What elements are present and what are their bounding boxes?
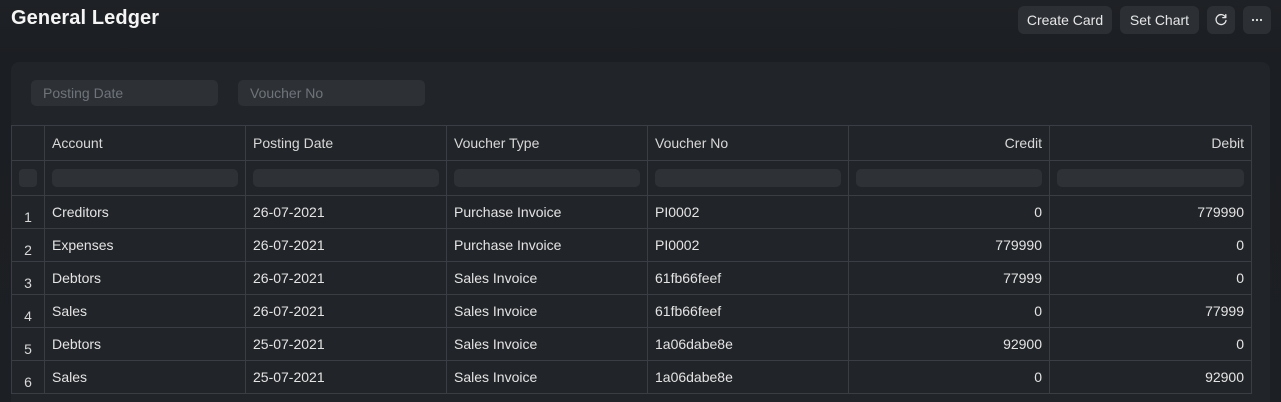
account-cell[interactable]: Sales xyxy=(44,294,246,328)
voucher-no-cell[interactable]: 1a06dabe8e xyxy=(647,360,849,394)
general-ledger-page: General Ledger Create Card Set Chart Pos… xyxy=(0,0,1281,402)
posting-date-cell[interactable]: 25-07-2021 xyxy=(245,360,447,394)
credit-cell[interactable]: 92900 xyxy=(848,327,1050,361)
page-title: General Ledger xyxy=(11,7,160,29)
ledger-table: Account Posting Date Voucher Type Vouche… xyxy=(11,125,1252,394)
debit-column-filter[interactable] xyxy=(1057,169,1244,187)
set-chart-button[interactable]: Set Chart xyxy=(1120,6,1199,34)
voucher-type-cell[interactable]: Sales Invoice xyxy=(446,294,648,328)
voucher-type-column-filter[interactable] xyxy=(454,169,640,187)
column-filter-row xyxy=(11,160,1252,196)
filter-cell xyxy=(44,160,246,196)
account-cell[interactable]: Creditors xyxy=(44,195,246,229)
row-index: 2 xyxy=(11,228,45,262)
posting-date-column-filter[interactable] xyxy=(253,169,439,187)
select-all-checkbox[interactable] xyxy=(19,169,37,187)
voucher-type-cell[interactable]: Sales Invoice xyxy=(446,360,648,394)
debit-cell[interactable]: 92900 xyxy=(1049,360,1252,394)
table-row[interactable]: 6 Sales 25-07-2021 Sales Invoice 1a06dab… xyxy=(11,360,1252,394)
create-card-button[interactable]: Create Card xyxy=(1018,6,1112,34)
voucher-type-cell[interactable]: Sales Invoice xyxy=(446,327,648,361)
column-header-index xyxy=(11,125,45,161)
column-header-debit[interactable]: Debit xyxy=(1049,125,1252,161)
account-cell[interactable]: Expenses xyxy=(44,228,246,262)
select-all-cell xyxy=(11,160,45,196)
debit-cell[interactable]: 0 xyxy=(1049,327,1252,361)
filter-cell xyxy=(446,160,648,196)
account-cell[interactable]: Sales xyxy=(44,360,246,394)
credit-cell[interactable]: 779990 xyxy=(848,228,1050,262)
filter-cell xyxy=(647,160,849,196)
account-cell[interactable]: Debtors xyxy=(44,261,246,295)
table-row[interactable]: 2 Expenses 26-07-2021 Purchase Invoice P… xyxy=(11,228,1252,262)
credit-column-filter[interactable] xyxy=(856,169,1042,187)
credit-cell[interactable]: 0 xyxy=(848,360,1050,394)
credit-cell[interactable]: 77999 xyxy=(848,261,1050,295)
row-index: 5 xyxy=(11,327,45,361)
credit-cell[interactable]: 0 xyxy=(848,195,1050,229)
table-row[interactable]: 3 Debtors 26-07-2021 Sales Invoice 61fb6… xyxy=(11,261,1252,295)
voucher-no-cell[interactable]: 61fb66feef xyxy=(647,294,849,328)
voucher-type-cell[interactable]: Sales Invoice xyxy=(446,261,648,295)
debit-cell[interactable]: 779990 xyxy=(1049,195,1252,229)
account-column-filter[interactable] xyxy=(52,169,238,187)
debit-cell[interactable]: 0 xyxy=(1049,228,1252,262)
report-panel: Posting Date Voucher No Account Posting … xyxy=(11,62,1270,402)
voucher-type-cell[interactable]: Purchase Invoice xyxy=(446,195,648,229)
filter-cell xyxy=(245,160,447,196)
table-row[interactable]: 4 Sales 26-07-2021 Sales Invoice 61fb66f… xyxy=(11,294,1252,328)
debit-cell[interactable]: 77999 xyxy=(1049,294,1252,328)
voucher-no-cell[interactable]: PI0002 xyxy=(647,195,849,229)
column-header-account[interactable]: Account xyxy=(44,125,246,161)
column-header-credit[interactable]: Credit xyxy=(848,125,1050,161)
posting-date-cell[interactable]: 26-07-2021 xyxy=(245,228,447,262)
more-options-button[interactable] xyxy=(1243,6,1271,34)
posting-date-cell[interactable]: 25-07-2021 xyxy=(245,327,447,361)
account-cell[interactable]: Debtors xyxy=(44,327,246,361)
page-header: General Ledger Create Card Set Chart xyxy=(0,0,1281,48)
row-index: 6 xyxy=(11,360,45,394)
filter-cell xyxy=(848,160,1050,196)
table-row[interactable]: 5 Debtors 25-07-2021 Sales Invoice 1a06d… xyxy=(11,327,1252,361)
column-header-posting-date[interactable]: Posting Date xyxy=(245,125,447,161)
posting-date-cell[interactable]: 26-07-2021 xyxy=(245,261,447,295)
filter-cell xyxy=(1049,160,1252,196)
voucher-no-cell[interactable]: 1a06dabe8e xyxy=(647,327,849,361)
voucher-no-column-filter[interactable] xyxy=(655,169,841,187)
refresh-icon xyxy=(1215,13,1227,26)
voucher-no-cell[interactable]: 61fb66feef xyxy=(647,261,849,295)
posting-date-cell[interactable]: 26-07-2021 xyxy=(245,294,447,328)
refresh-button[interactable] xyxy=(1207,6,1235,34)
posting-date-cell[interactable]: 26-07-2021 xyxy=(245,195,447,229)
table-header-row: Account Posting Date Voucher Type Vouche… xyxy=(11,125,1252,161)
more-horizontal-icon xyxy=(1251,18,1263,22)
row-index: 1 xyxy=(11,195,45,229)
voucher-no-cell[interactable]: PI0002 xyxy=(647,228,849,262)
debit-cell[interactable]: 0 xyxy=(1049,261,1252,295)
column-header-voucher-no[interactable]: Voucher No xyxy=(647,125,849,161)
voucher-type-cell[interactable]: Purchase Invoice xyxy=(446,228,648,262)
voucher-no-filter[interactable]: Voucher No xyxy=(238,80,425,106)
table-row[interactable]: 1 Creditors 26-07-2021 Purchase Invoice … xyxy=(11,195,1252,229)
column-header-voucher-type[interactable]: Voucher Type xyxy=(446,125,648,161)
row-index: 3 xyxy=(11,261,45,295)
row-index: 4 xyxy=(11,294,45,328)
credit-cell[interactable]: 0 xyxy=(848,294,1050,328)
posting-date-filter[interactable]: Posting Date xyxy=(31,80,218,106)
